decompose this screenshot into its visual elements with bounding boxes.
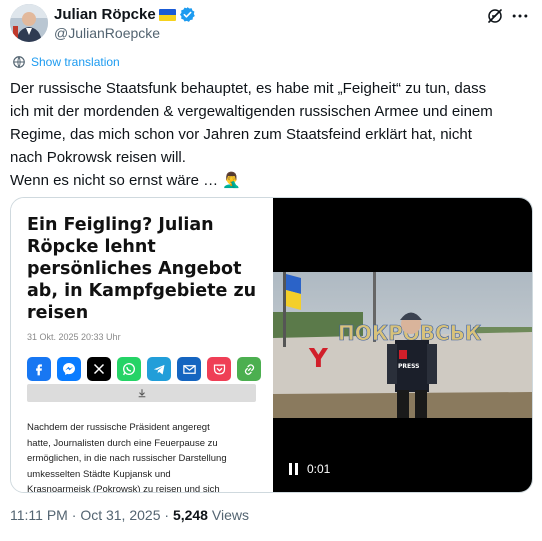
post-time[interactable]: 11:11 PM bbox=[10, 507, 68, 523]
article-title: Ein Feigling? Julian Röpcke lehnt persön… bbox=[27, 215, 257, 323]
video-frame[interactable]: ПОКРОВСЬК Y PRESS bbox=[273, 272, 532, 418]
article-body-line: Krasnoarmejsk (Pokrowsk) zu reisen und s… bbox=[27, 484, 220, 493]
article-date: 31 Okt. 2025 20:33 Uhr bbox=[27, 332, 121, 342]
video-time: 0:01 bbox=[307, 462, 331, 476]
video-player[interactable]: ПОКРОВСЬК Y PRESS 0:01 bbox=[273, 198, 532, 492]
show-translation-link[interactable]: Show translation bbox=[12, 55, 120, 69]
tweet-footer: 11:11 PM · Oct 31, 2025 · 5,248 Views bbox=[10, 507, 249, 523]
pause-icon[interactable] bbox=[289, 463, 299, 475]
show-translation-label[interactable]: Show translation bbox=[31, 55, 120, 69]
article-body-line: hatte, Journalisten durch eine Feuerpaus… bbox=[27, 437, 218, 449]
grok-icon[interactable] bbox=[486, 7, 504, 25]
separator: · bbox=[164, 507, 170, 523]
messenger-icon bbox=[57, 357, 81, 381]
tweet-text: Der russische Staatsfunk behauptet, es h… bbox=[10, 77, 532, 192]
press-label: PRESS bbox=[398, 363, 420, 370]
article-body-line: Nachdem der russische Präsident angeregt bbox=[27, 422, 210, 433]
article-body-line: umkesselten Städte Kupjansk und bbox=[27, 468, 171, 480]
avatar[interactable] bbox=[10, 4, 48, 42]
x-icon bbox=[87, 357, 111, 381]
tweet-line: Wenn es nicht so ernst wäre … 🤦‍♂️ bbox=[10, 172, 241, 189]
tweet-line: nach Pokrowsk reisen will. bbox=[10, 149, 186, 166]
media-container: Ein Feigling? Julian Röpcke lehnt persön… bbox=[10, 197, 533, 493]
tweet-line: Regime, das mich schon vor Jahren zum St… bbox=[10, 126, 472, 143]
whatsapp-icon bbox=[117, 357, 141, 381]
svg-text:Y: Y bbox=[308, 344, 329, 374]
email-icon bbox=[177, 357, 201, 381]
telegram-icon bbox=[147, 357, 171, 381]
display-name[interactable]: Julian Röpcke bbox=[54, 6, 156, 23]
video-controls: 0:01 bbox=[289, 462, 330, 476]
article-body-line: ermöglichen, in die nach russischer Dars… bbox=[27, 453, 227, 464]
translate-icon bbox=[13, 56, 25, 69]
more-options-icon[interactable] bbox=[510, 6, 530, 26]
tweet-line: Der russische Staatsfunk behauptet, es h… bbox=[10, 80, 487, 97]
share-buttons bbox=[27, 357, 261, 381]
download-icon bbox=[138, 389, 145, 398]
separator: · bbox=[71, 507, 77, 523]
views-label: Views bbox=[211, 507, 249, 523]
pocket-icon bbox=[207, 357, 231, 381]
verified-badge-icon[interactable] bbox=[179, 6, 196, 23]
download-bar bbox=[27, 384, 256, 402]
post-date[interactable]: Oct 31, 2025 bbox=[80, 507, 160, 523]
link-icon bbox=[237, 357, 261, 381]
author-handle[interactable]: @JulianRoepcke bbox=[54, 25, 160, 41]
tweet-header: Julian Röpcke @JulianRoepcke bbox=[10, 4, 532, 44]
views-count: 5,248 bbox=[172, 507, 208, 523]
article-body: Nachdem der russische Präsident angeregt… bbox=[27, 420, 267, 493]
facebook-icon bbox=[27, 357, 51, 381]
tweet-line: ich mit der mordenden & vergewaltigenden… bbox=[10, 103, 493, 120]
ukraine-flag-icon bbox=[158, 8, 176, 21]
author-name-row: Julian Röpcke bbox=[54, 6, 196, 23]
article-screenshot-image[interactable]: Ein Feigling? Julian Röpcke lehnt persön… bbox=[11, 198, 273, 492]
